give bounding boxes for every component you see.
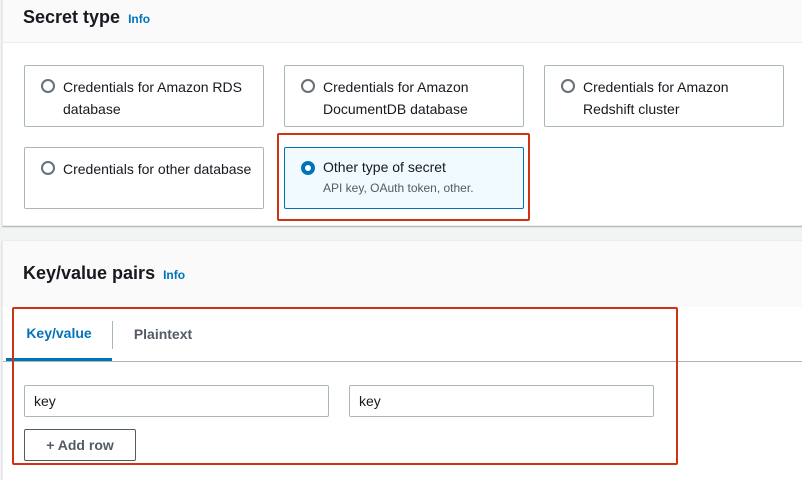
key-input[interactable]: key	[24, 385, 329, 417]
option-rds-label: Credentials for Amazon RDS database	[63, 79, 242, 117]
option-redshift-credentials[interactable]: Credentials for Amazon Redshift cluster	[544, 65, 784, 127]
tab-list: Key/value Plaintext	[3, 307, 802, 362]
option-documentdb-credentials[interactable]: Credentials for Amazon DocumentDB databa…	[284, 65, 524, 127]
option-other-secret[interactable]: Other type of secret API key, OAuth toke…	[284, 147, 524, 209]
key-value-heading: Key/value pairs Info	[23, 263, 185, 284]
option-other-database-credentials[interactable]: Credentials for other database	[24, 147, 264, 209]
radio-documentdb-credentials[interactable]	[301, 79, 315, 93]
key-value-panel: Key/value pairs Info Key/value Plaintext…	[2, 240, 802, 480]
secret-type-header: Secret type Info	[3, 0, 802, 43]
secret-type-title: Secret type	[23, 7, 121, 27]
radio-other-secret[interactable]	[301, 161, 315, 175]
key-value-title: Key/value pairs	[23, 263, 156, 283]
option-rds-credentials[interactable]: Credentials for Amazon RDS database	[24, 65, 264, 127]
value-input[interactable]: key	[349, 385, 654, 417]
add-row-button[interactable]: + Add row	[24, 429, 136, 461]
tab-plaintext[interactable]: Plaintext	[115, 307, 211, 361]
key-value-info-link[interactable]: Info	[163, 268, 185, 282]
key-value-header: Key/value pairs Info	[3, 241, 802, 307]
option-redshift-label: Credentials for Amazon Redshift cluster	[583, 79, 729, 117]
secret-type-heading: Secret type Info	[23, 7, 150, 28]
secret-type-panel: Secret type Info Credentials for Amazon …	[2, 0, 802, 226]
secret-type-info-link[interactable]: Info	[128, 12, 150, 26]
option-documentdb-label: Credentials for Amazon DocumentDB databa…	[323, 79, 469, 117]
option-other-database-label: Credentials for other database	[63, 161, 252, 177]
radio-redshift-credentials[interactable]	[561, 79, 575, 93]
tab-divider	[112, 321, 113, 349]
tab-key-value[interactable]: Key/value	[6, 307, 112, 361]
radio-other-database-credentials[interactable]	[41, 161, 55, 175]
option-other-secret-label: Other type of secret	[323, 159, 446, 175]
option-other-secret-description: API key, OAuth token, other.	[323, 181, 474, 195]
radio-rds-credentials[interactable]	[41, 79, 55, 93]
